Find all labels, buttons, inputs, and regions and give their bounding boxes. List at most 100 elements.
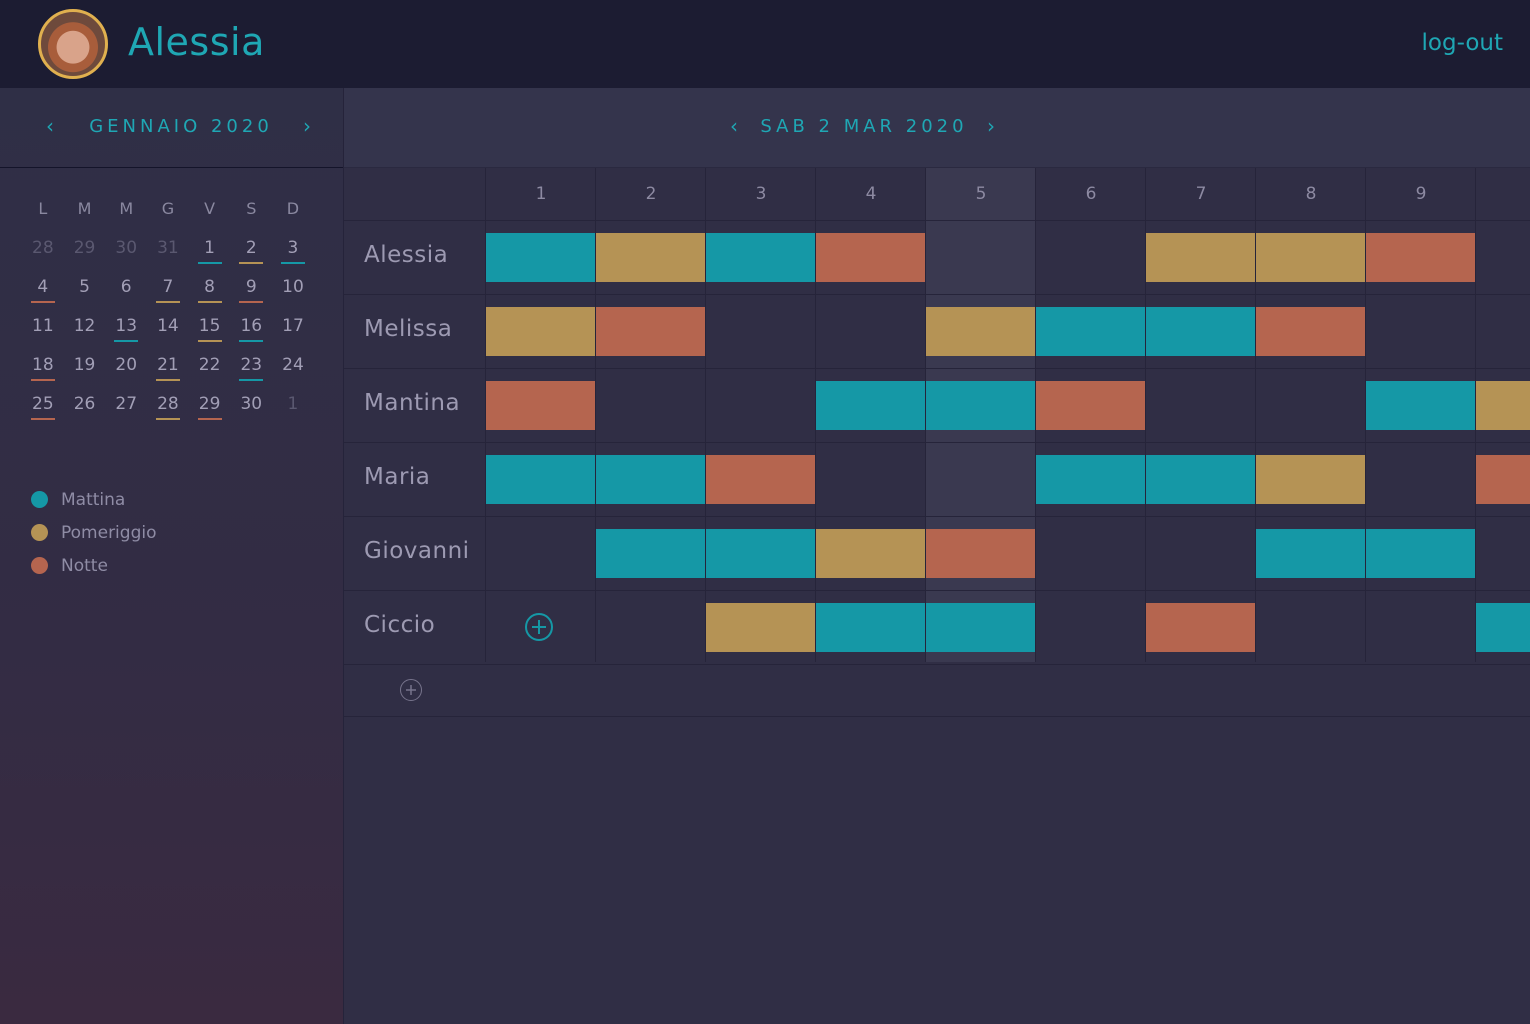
shift-block-mattina[interactable] — [596, 455, 705, 504]
calendar-day[interactable]: 3 — [272, 237, 314, 267]
shift-block-pomeriggio[interactable] — [486, 307, 595, 356]
calendar-day[interactable]: 28 — [147, 393, 189, 423]
calendar-day[interactable]: 15 — [189, 315, 231, 345]
calendar-day[interactable]: 25 — [22, 393, 64, 423]
calendar-day[interactable]: 30 — [105, 237, 147, 267]
day-column-header[interactable]: 7 — [1145, 168, 1256, 220]
calendar-day-number: 3 — [287, 238, 299, 258]
chevron-right-icon[interactable]: › — [303, 114, 311, 138]
add-employee-icon[interactable] — [400, 679, 422, 701]
shift-block-mattina[interactable] — [1146, 455, 1255, 504]
shift-indicator — [197, 301, 222, 303]
calendar-day[interactable]: 20 — [105, 354, 147, 384]
calendar-day[interactable]: 4 — [22, 276, 64, 306]
shift-block-mattina[interactable] — [1146, 307, 1255, 356]
calendar-day[interactable]: 29 — [64, 237, 106, 267]
calendar-day[interactable]: 31 — [147, 237, 189, 267]
day-column-header[interactable]: 5 — [925, 168, 1036, 220]
calendar-day[interactable]: 18 — [22, 354, 64, 384]
shift-block-pomeriggio[interactable] — [1476, 381, 1530, 430]
calendar-day[interactable]: 7 — [147, 276, 189, 306]
shift-block-mattina[interactable] — [1256, 529, 1365, 578]
chevron-right-icon[interactable]: › — [987, 114, 995, 138]
employee-name: Melissa — [364, 316, 453, 342]
shift-block-mattina[interactable] — [486, 455, 595, 504]
shift-block-pomeriggio[interactable] — [816, 529, 925, 578]
day-column-header[interactable]: 9 — [1365, 168, 1476, 220]
calendar-day[interactable]: 29 — [189, 393, 231, 423]
shift-block-mattina[interactable] — [1366, 529, 1475, 578]
calendar-day[interactable]: 11 — [22, 315, 64, 345]
shift-block-notte[interactable] — [1476, 455, 1530, 504]
day-column-header[interactable]: 2 — [595, 168, 706, 220]
calendar-day[interactable]: 24 — [272, 354, 314, 384]
date-label: SAB 2 MAR 2020 — [760, 116, 968, 137]
shift-block-pomeriggio[interactable] — [706, 603, 815, 652]
calendar-day[interactable]: 9 — [230, 276, 272, 306]
calendar-day[interactable]: 1 — [272, 393, 314, 423]
day-column-header[interactable]: 6 — [1035, 168, 1146, 220]
calendar-day[interactable]: 17 — [272, 315, 314, 345]
shift-block-mattina[interactable] — [1366, 381, 1475, 430]
calendar-day[interactable]: 1 — [189, 237, 231, 267]
calendar-day-number: 30 — [240, 394, 263, 414]
calendar-day[interactable]: 22 — [189, 354, 231, 384]
shift-block-notte[interactable] — [1036, 381, 1145, 430]
avatar[interactable] — [38, 9, 108, 79]
shift-block-pomeriggio[interactable] — [926, 307, 1035, 356]
calendar-day[interactable]: 30 — [230, 393, 272, 423]
add-shift-icon[interactable] — [525, 613, 553, 641]
shift-indicator — [239, 262, 264, 264]
day-column-header[interactable]: 8 — [1255, 168, 1366, 220]
shift-block-pomeriggio[interactable] — [1146, 233, 1255, 282]
calendar-day[interactable]: 28 — [22, 237, 64, 267]
day-column-header[interactable]: 1 — [485, 168, 596, 220]
shift-block-notte[interactable] — [1146, 603, 1255, 652]
shift-block-notte[interactable] — [486, 381, 595, 430]
shift-block-pomeriggio[interactable] — [1256, 233, 1365, 282]
calendar-day[interactable]: 10 — [272, 276, 314, 306]
date-navigation: ‹ SAB 2 MAR 2020 › — [344, 88, 1530, 168]
shift-block-notte[interactable] — [1256, 307, 1365, 356]
calendar-day[interactable]: 27 — [105, 393, 147, 423]
calendar-day[interactable]: 5 — [64, 276, 106, 306]
calendar-day[interactable]: 21 — [147, 354, 189, 384]
shift-block-mattina[interactable] — [926, 603, 1035, 652]
shift-block-mattina[interactable] — [706, 529, 815, 578]
calendar-day[interactable]: 16 — [230, 315, 272, 345]
shift-block-mattina[interactable] — [706, 233, 815, 282]
calendar-day[interactable]: 2 — [230, 237, 272, 267]
shift-indicator — [197, 418, 222, 420]
shift-block-mattina[interactable] — [1476, 603, 1530, 652]
shift-block-pomeriggio[interactable] — [1256, 455, 1365, 504]
shift-block-notte[interactable] — [706, 455, 815, 504]
calendar-day[interactable]: 23 — [230, 354, 272, 384]
shift-block-notte[interactable] — [1366, 233, 1475, 282]
logout-link[interactable]: log-out — [1422, 30, 1503, 56]
calendar-day-number: 11 — [32, 316, 54, 336]
day-column-header[interactable]: 4 — [815, 168, 926, 220]
shift-block-mattina[interactable] — [1036, 455, 1145, 504]
day-column-header[interactable]: 3 — [705, 168, 816, 220]
shift-block-notte[interactable] — [596, 307, 705, 356]
shift-block-mattina[interactable] — [486, 233, 595, 282]
shift-block-mattina[interactable] — [1036, 307, 1145, 356]
calendar-day[interactable]: 26 — [64, 393, 106, 423]
shift-block-notte[interactable] — [816, 233, 925, 282]
calendar-day[interactable]: 12 — [64, 315, 106, 345]
shift-block-mattina[interactable] — [596, 529, 705, 578]
shift-indicator — [197, 262, 222, 264]
shift-block-mattina[interactable] — [816, 381, 925, 430]
legend-label: Mattina — [61, 489, 126, 510]
shift-block-mattina[interactable] — [816, 603, 925, 652]
calendar-day[interactable]: 13 — [105, 315, 147, 345]
shift-block-pomeriggio[interactable] — [596, 233, 705, 282]
shift-block-notte[interactable] — [926, 529, 1035, 578]
grid-divider — [344, 220, 1530, 221]
calendar-day[interactable]: 14 — [147, 315, 189, 345]
calendar-day[interactable]: 8 — [189, 276, 231, 306]
calendar-day[interactable]: 6 — [105, 276, 147, 306]
calendar-day[interactable]: 19 — [64, 354, 106, 384]
grid-divider — [344, 664, 1530, 665]
shift-block-mattina[interactable] — [926, 381, 1035, 430]
